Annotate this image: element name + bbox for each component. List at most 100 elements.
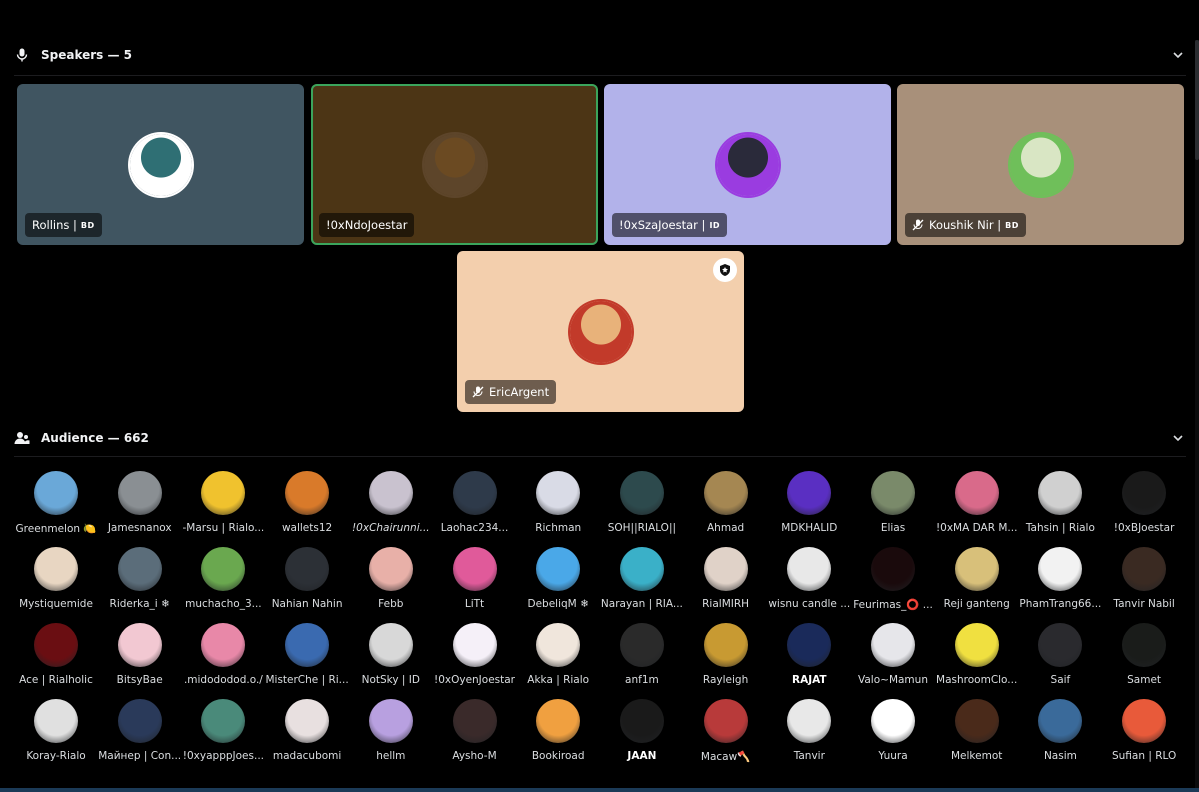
audience-member[interactable]: wallets12: [265, 466, 349, 538]
audience-member[interactable]: Yuura: [851, 694, 935, 766]
audience-member[interactable]: Mystiquemide: [14, 542, 98, 614]
speaker-tile[interactable]: EricArgent: [457, 251, 744, 412]
audience-member[interactable]: hellm: [349, 694, 433, 766]
audience-member-name: madacubomi: [272, 750, 342, 762]
audience-member[interactable]: wisnu candle ...: [767, 542, 851, 614]
audience-member[interactable]: anf1m: [600, 618, 684, 690]
audience-member[interactable]: Macaw🪓: [684, 694, 768, 766]
speaker-tile[interactable]: Koushik Nir | BD: [897, 84, 1184, 245]
audience-member[interactable]: LiTt: [433, 542, 517, 614]
audience-member[interactable]: Greenmelon 🍋: [14, 466, 98, 538]
speaker-name-tag: Rollins | BD: [25, 213, 102, 237]
audience-member[interactable]: RialMIRH: [684, 542, 768, 614]
audience-member-name: Samet: [1127, 674, 1162, 686]
audience-member-name: MashroomClo...: [936, 674, 1018, 686]
avatar: [285, 623, 330, 667]
speaker-avatar: [423, 133, 486, 196]
speaker-name-tag: !0xNdoJoestar: [319, 213, 415, 237]
audience-member[interactable]: Reji ganteng: [935, 542, 1019, 614]
chevron-down-icon[interactable]: [1170, 430, 1186, 446]
avatar: [619, 547, 664, 591]
audience-member[interactable]: Tahsin | Rialo: [1018, 466, 1102, 538]
audience-member[interactable]: Nasim: [1018, 694, 1102, 766]
avatar: [1122, 547, 1167, 591]
audience-member[interactable]: !0xyapppJoes...: [181, 694, 265, 766]
audience-member-name: !0xyapppJoes...: [182, 750, 264, 762]
audience-header[interactable]: Audience — 662: [14, 426, 1186, 450]
avatar: [368, 623, 413, 667]
audience-member[interactable]: Ahmad: [684, 466, 768, 538]
audience-member[interactable]: Майнер | Con...: [98, 694, 182, 766]
audience-member[interactable]: MashroomClo...: [935, 618, 1019, 690]
audience-member[interactable]: Narayan | RIA...: [600, 542, 684, 614]
audience-member[interactable]: PhamTrang66...: [1018, 542, 1102, 614]
audience-member[interactable]: madacubomi: [265, 694, 349, 766]
avatar: [1038, 547, 1083, 591]
speaker-name: Rollins |: [32, 218, 77, 232]
speaker-name-tag: EricArgent: [465, 380, 557, 404]
audience-member[interactable]: -Marsu | Rialo...: [181, 466, 265, 538]
audience-member[interactable]: Melkemot: [935, 694, 1019, 766]
speaker-tile[interactable]: !0xSzaJoestar | ID: [604, 84, 891, 245]
audience-member-name: Feurimas_⭕ ...: [853, 599, 933, 611]
speaker-tile[interactable]: !0xNdoJoestar: [311, 84, 598, 245]
audience-member[interactable]: Tanvir: [767, 694, 851, 766]
audience-member[interactable]: BitsyBae: [98, 618, 182, 690]
speaker-name: Koushik Nir |: [929, 218, 1002, 232]
audience-member[interactable]: DebeliqM ❄: [516, 542, 600, 614]
audience-member[interactable]: Valo~Mamun: [851, 618, 935, 690]
chevron-down-icon[interactable]: [1170, 47, 1186, 63]
scrollbar-thumb[interactable]: [1195, 40, 1199, 160]
audience-member-name: DebeliqM ❄: [527, 598, 589, 610]
audience-member[interactable]: .midododod.o./: [181, 618, 265, 690]
avatar: [787, 471, 832, 515]
speaker-tile[interactable]: Rollins | BD: [17, 84, 304, 245]
avatar: [34, 699, 78, 743]
audience-member[interactable]: Nahian Nahin: [265, 542, 349, 614]
audience-member[interactable]: Laohac234...: [433, 466, 517, 538]
audience-member[interactable]: Richman: [516, 466, 600, 538]
audience-member[interactable]: Akka | Rialo: [516, 618, 600, 690]
audience-member[interactable]: JAAN: [600, 694, 684, 766]
avatar: [787, 699, 832, 743]
avatar: [201, 623, 246, 667]
audience-member[interactable]: Jamesnanox: [98, 466, 182, 538]
audience-member[interactable]: MDKHALID: [767, 466, 851, 538]
speaker-avatar: [716, 133, 779, 196]
audience-member[interactable]: Elias: [851, 466, 935, 538]
audience-member[interactable]: Febb: [349, 542, 433, 614]
audience-member[interactable]: Tanvir Nabil: [1102, 542, 1186, 614]
audience-member[interactable]: Aysho-M: [433, 694, 517, 766]
audience-member-name: Tahsin | Rialo: [1025, 522, 1095, 534]
audience-member[interactable]: !0xMA DAR M...: [935, 466, 1019, 538]
audience-member[interactable]: !0xChairunni...: [349, 466, 433, 538]
audience-member[interactable]: Samet: [1102, 618, 1186, 690]
audience-member[interactable]: Rayleigh: [684, 618, 768, 690]
audience-member[interactable]: Ace | Rialholic: [14, 618, 98, 690]
avatar: [536, 699, 581, 743]
audience-member-name: RAJAT: [792, 674, 827, 686]
audience-member[interactable]: Feurimas_⭕ ...: [851, 542, 935, 614]
audience-member[interactable]: !0xOyenJoestar: [433, 618, 517, 690]
top-bar: [0, 0, 1199, 32]
audience-member-name: Richman: [535, 522, 582, 534]
audience-member-name: Nahian Nahin: [271, 598, 343, 610]
audience-member-name: Febb: [378, 598, 404, 610]
avatar: [1122, 471, 1167, 515]
audience-member[interactable]: MisterChe | Ri...: [265, 618, 349, 690]
audience-member[interactable]: Koray-Rialo: [14, 694, 98, 766]
audience-member[interactable]: SOH||RIALO||: [600, 466, 684, 538]
audience-member[interactable]: Bookiroad: [516, 694, 600, 766]
audience-member[interactable]: muchacho_3...: [181, 542, 265, 614]
audience-member[interactable]: Saif: [1018, 618, 1102, 690]
speaker-avatar: [569, 300, 632, 363]
audience-member[interactable]: !0xBJoestar: [1102, 466, 1186, 538]
audience-member[interactable]: NotSky | ID: [349, 618, 433, 690]
divider: [14, 75, 1186, 76]
audience-member[interactable]: Riderka_i ❄: [98, 542, 182, 614]
speakers-header[interactable]: Speakers — 5: [14, 43, 1186, 67]
avatar: [619, 623, 664, 667]
audience-member[interactable]: Sufian | RLO: [1102, 694, 1186, 766]
avatar: [117, 699, 162, 743]
audience-member[interactable]: RAJAT: [767, 618, 851, 690]
